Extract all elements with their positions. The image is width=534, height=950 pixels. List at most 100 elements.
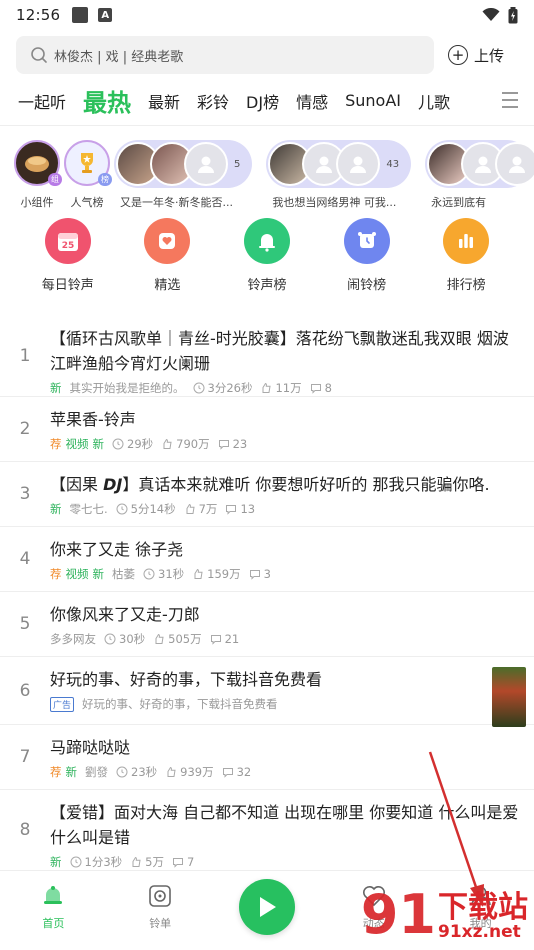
song-comments: 8 [324,381,332,395]
title-prefix: 【因果 [50,475,104,494]
story-group-label: 又是一年冬·新冬能否... [120,196,233,209]
tab-together[interactable]: 一起听 [18,89,66,113]
comment-icon [218,440,229,450]
widget-badge: 组 [48,173,62,186]
widget-avatar: 组 [14,140,62,186]
song-comments: 32 [236,765,252,779]
featured-entry[interactable]: 精选 [127,218,207,293]
song-title: 【循环古风歌单｜青丝-时光胶囊】落花纷飞飘散迷乱我双眼 烟波江畔渔船今宵灯火阑珊 [50,329,509,373]
song-row[interactable]: 1 【循环古风歌单｜青丝-时光胶囊】落花纷飞飘散迷乱我双眼 烟波江畔渔船今宵灯火… [0,316,534,397]
tab-hottest[interactable]: 最热 [83,83,131,118]
new-tag: 新 [92,567,105,581]
search-input[interactable]: 林俊杰 | 戏 | 经典老歌 [16,36,434,74]
bar-chart-icon [443,218,490,264]
ad-tag: 广告 [50,696,75,712]
user-placeholder-icon [336,142,381,186]
story-widget[interactable]: 组 小组件 [14,140,62,210]
user-placeholder-icon [495,142,534,186]
clock-icon [193,382,204,394]
tab-ringback[interactable]: 彩铃 [197,89,229,113]
song-likes: 159万 [207,567,241,581]
upload-button[interactable]: + 上传 [448,45,518,66]
song-rank: 1 [19,346,31,366]
status-time: 12:56 [16,6,61,24]
watermark-glyph: 91 [360,883,436,946]
ringtone-chart-entry[interactable]: 铃声榜 [227,218,307,293]
nav-home[interactable]: 首页 [13,883,93,931]
song-rank: 6 [19,680,31,701]
recommended-tag: 荐 [50,765,62,779]
upload-label: 上传 [474,46,505,65]
tab-kids[interactable]: 儿歌 [418,89,450,113]
clock-icon [143,568,155,580]
song-likes: 505万 [168,632,202,646]
song-comments: 7 [186,855,195,869]
story-group-3[interactable]: 永远到底有 [425,140,534,210]
featured-label: 精选 [154,278,181,293]
song-row[interactable]: 2 苹果香-铃声 荐 视频 新 29秒 790万 23 [0,397,534,462]
tab-newest[interactable]: 最新 [148,89,180,113]
ranking-entry[interactable]: 排行榜 [426,218,506,293]
story-popular-label: 人气榜 [70,196,104,209]
tab-dj-chart[interactable]: DJ榜 [246,89,279,113]
song-row[interactable]: 8 【爱错】面对大海 自己都不知道 出现在哪里 你要知道 什么叫是爱 什么叫是错… [0,790,534,870]
story-group-2[interactable]: 43 我也想当网络男神 可我... [266,140,412,210]
song-duration: 5分14秒 [130,502,176,516]
story-count: 5 [234,158,241,170]
song-comments: 3 [263,567,271,581]
video-tag: 视频 [65,567,89,581]
song-title: 马蹄哒哒哒 [50,738,131,757]
daily-ringtone-label: 每日铃声 [41,278,94,293]
song-row[interactable]: 4 你来了又走 徐子尧 荐 视频 新 枯萎 31秒 159万 3 [0,527,534,592]
song-duration: 31秒 [158,567,185,581]
ad-thumbnail[interactable] [492,667,526,727]
thumb-up-icon [132,856,141,867]
nav-home-label: 首页 [42,917,65,930]
play-button[interactable] [238,879,295,935]
clock-icon [116,503,128,515]
nav-playlist[interactable]: 铃单 [120,883,200,931]
daily-ringtone-entry[interactable]: 25 每日铃声 [28,218,108,293]
comment-icon [210,635,221,645]
story-group-1[interactable]: 5 又是一年冬·新冬能否... [114,140,253,210]
wifi-icon [482,8,500,21]
recommended-tag: 荐 [50,567,62,581]
alarm-chart-entry[interactable]: 闹铃榜 [327,218,407,293]
story-count: 43 [386,158,400,170]
ad-text: 好玩的事、好奇的事，下载抖音免费看 [82,697,278,711]
new-tag: 新 [50,855,62,869]
calendar-icon: 25 [44,218,91,264]
song-title: 【因果 DJ】真话本来就难听 你要想听好听的 那我只能骗你咯. [50,472,520,497]
song-rank: 2 [19,419,31,439]
watermark-logo: 91 下载站 91xz.net [361,888,528,942]
user-placeholder-icon [184,142,228,186]
tab-sunoai[interactable]: SunoAI [345,91,401,110]
ad-title: 好玩的事、好奇的事，下载抖音免费看 [50,670,323,689]
bell-icon [243,218,290,264]
nav-play[interactable] [227,879,307,935]
status-bar: 12:56 A [0,0,534,30]
thumb-up-icon [167,766,176,777]
song-likes: 5万 [145,855,164,869]
song-rank: 3 [19,484,31,504]
song-row[interactable]: 7 马蹄哒哒哒 荐 新 劉發 23秒 939万 32 [0,725,534,790]
battery-icon [508,6,518,23]
recommended-tag: 荐 [50,437,62,451]
song-likes: 7万 [198,502,218,516]
song-likes: 11万 [275,381,302,395]
song-author: 其实开始我是拒绝的。 [69,381,185,395]
story-widget-label: 小组件 [20,196,54,209]
menu-icon[interactable] [502,92,518,113]
tab-emotion[interactable]: 情感 [296,89,328,113]
song-rank: 8 [19,820,31,840]
ranking-label: 排行榜 [446,278,486,293]
search-placeholder: 林俊杰 | 戏 | 经典老歌 [54,49,184,65]
song-row[interactable]: 3 【因果 DJ】真话本来就难听 你要想听好听的 那我只能骗你咯. 新 零七七.… [0,462,534,527]
ad-row[interactable]: 6 好玩的事、好奇的事，下载抖音免费看 广告 好玩的事、好奇的事，下载抖音免费看 [0,657,534,727]
song-likes: 939万 [180,765,214,779]
song-likes: 790万 [176,437,210,451]
new-tag: 新 [50,502,62,516]
quick-entries: 25 每日铃声 精选 铃声榜 闹铃榜 排行榜 [0,218,534,310]
song-row[interactable]: 5 你像风来了又走-刀郎 多多网友 30秒 505万 21 [0,592,534,657]
story-popular[interactable]: 榜 人气榜 [64,140,112,210]
